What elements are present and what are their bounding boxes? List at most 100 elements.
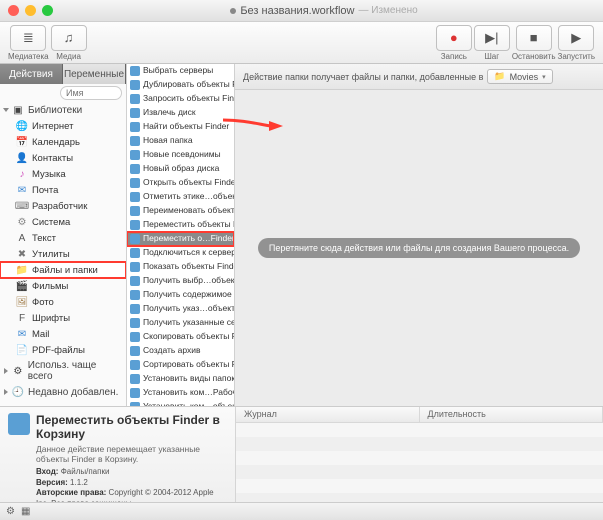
- disclosure-icon: [4, 389, 8, 395]
- tab-actions[interactable]: Действия: [0, 64, 63, 84]
- drop-placeholder: Перетяните сюда действия или файлы для с…: [258, 238, 580, 258]
- category-icon: ♪: [16, 168, 28, 180]
- action-item[interactable]: Извлечь диск: [127, 106, 234, 120]
- library-header[interactable]: ▣ Библиотеки: [0, 102, 126, 118]
- sidebar-item[interactable]: ⚙Использ. чаще всего: [0, 358, 126, 384]
- action-item[interactable]: Подключиться к серверам: [127, 246, 234, 260]
- sidebar-item[interactable]: FШрифты: [0, 310, 126, 326]
- action-icon: [8, 413, 30, 435]
- action-icon: [130, 66, 140, 76]
- action-item[interactable]: Отметить этике…объекты Finder: [127, 190, 234, 204]
- category-icon: 📅: [16, 136, 28, 148]
- action-item[interactable]: Скопировать объекты Finder: [127, 330, 234, 344]
- action-icon: [130, 136, 140, 146]
- log-col-journal[interactable]: Журнал: [236, 407, 420, 422]
- sidebar-item[interactable]: 📅Календарь: [0, 134, 126, 150]
- category-icon: 🖼: [16, 296, 28, 308]
- action-item[interactable]: Установить ком…Рабочего стола: [127, 386, 234, 400]
- sidebar-item[interactable]: 🕘Недавно добавлен.: [0, 384, 126, 400]
- action-item[interactable]: Получить содержимое папок: [127, 288, 234, 302]
- action-item[interactable]: Получить указанные серверы: [127, 316, 234, 330]
- sidebar-item[interactable]: 🖼Фото: [0, 294, 126, 310]
- sidebar-item[interactable]: ⌨Разработчик: [0, 198, 126, 214]
- workflow-canvas[interactable]: Перетяните сюда действия или файлы для с…: [235, 90, 603, 406]
- action-item[interactable]: Новая папка: [127, 134, 234, 148]
- action-icon: [130, 318, 140, 328]
- sidebar-item[interactable]: ✉Почта: [0, 182, 126, 198]
- action-item[interactable]: Выбрать серверы: [127, 64, 234, 78]
- action-item[interactable]: Показать объекты Finder: [127, 260, 234, 274]
- record-button[interactable]: ●: [436, 25, 472, 51]
- gear-icon[interactable]: ⚙: [6, 506, 15, 517]
- sidebar-item[interactable]: ✖Утилиты: [0, 246, 126, 262]
- action-icon: [130, 94, 140, 104]
- step-label: Шаг: [484, 52, 499, 61]
- action-item[interactable]: Открыть объекты Finder: [127, 176, 234, 190]
- category-icon: 📁: [16, 264, 28, 276]
- sidebar: Действия Переменные ▣ Библиотеки 🌐Интерн…: [0, 64, 127, 406]
- category-icon: ⌨: [16, 200, 28, 212]
- log-table: [236, 423, 603, 502]
- disclosure-icon: [4, 368, 8, 374]
- category-icon: 🎬: [16, 280, 28, 292]
- action-item[interactable]: Переименовать объекты Finder: [127, 204, 234, 218]
- action-icon: [130, 346, 140, 356]
- action-item[interactable]: Создать архив: [127, 344, 234, 358]
- zoom-icon[interactable]: [42, 5, 53, 16]
- step-button[interactable]: ▶|: [474, 25, 510, 51]
- close-icon[interactable]: [8, 5, 19, 16]
- library-button[interactable]: ≣: [10, 25, 46, 51]
- action-item[interactable]: Получить указ…объекты Finder: [127, 302, 234, 316]
- action-icon: [130, 220, 140, 230]
- run-button[interactable]: ▶: [558, 25, 594, 51]
- titlebar: Без названия.workflow — Изменено: [0, 0, 603, 22]
- toolbar: ≣Медиатека♫Медиа ●Запись▶|Шаг■Остановить…: [0, 22, 603, 64]
- tab-variables[interactable]: Переменные: [63, 64, 126, 84]
- action-icon: [130, 192, 140, 202]
- media-label: Медиа: [56, 52, 81, 61]
- action-item[interactable]: Новый образ диска: [127, 162, 234, 176]
- sidebar-item[interactable]: 👤Контакты: [0, 150, 126, 166]
- record-label: Запись: [441, 52, 467, 61]
- sidebar-item[interactable]: 📁Файлы и папки: [0, 262, 126, 278]
- search-input[interactable]: [60, 86, 122, 100]
- category-icon: 📄: [16, 344, 28, 356]
- folder-popup[interactable]: 📁 Movies ▾: [487, 69, 552, 84]
- action-item[interactable]: Сортировать объекты Finder: [127, 358, 234, 372]
- action-item[interactable]: Получить выбр…объекты Finder: [127, 274, 234, 288]
- action-item[interactable]: Найти объекты Finder: [127, 120, 234, 134]
- action-icon: [130, 150, 140, 160]
- action-icon: [130, 248, 140, 258]
- action-icon: [130, 164, 140, 174]
- minimize-icon[interactable]: [25, 5, 36, 16]
- sidebar-item[interactable]: ✉Mail: [0, 326, 126, 342]
- stop-button[interactable]: ■: [516, 25, 552, 51]
- sidebar-item[interactable]: 🎬Фильмы: [0, 278, 126, 294]
- add-icon[interactable]: ▦: [21, 506, 30, 517]
- sidebar-item[interactable]: ♪Музыка: [0, 166, 126, 182]
- action-item[interactable]: Переместить объекты Finder: [127, 218, 234, 232]
- action-icon: [130, 332, 140, 342]
- action-icon: [130, 304, 140, 314]
- sidebar-item[interactable]: 🌐Интернет: [0, 118, 126, 134]
- workspace-header: Действие папки получает файлы и папки, д…: [235, 64, 603, 90]
- detail-title: Переместить объекты Finder в Корзину: [36, 413, 227, 441]
- sidebar-item[interactable]: ⚙Система: [0, 214, 126, 230]
- window-title: Без названия.workflow — Изменено: [53, 5, 595, 17]
- annotation-arrow-icon: [223, 114, 283, 134]
- action-item[interactable]: Запросить объекты Finder: [127, 92, 234, 106]
- sidebar-item[interactable]: AТекст: [0, 230, 126, 246]
- category-icon: 🌐: [16, 120, 28, 132]
- action-item[interactable]: Переместить о…Finder в Корзину: [127, 232, 234, 246]
- action-item[interactable]: Новые псевдонимы: [127, 148, 234, 162]
- footer: ⚙ ▦: [0, 502, 603, 520]
- category-icon: ⚙: [16, 216, 28, 228]
- media-button[interactable]: ♫: [51, 25, 87, 51]
- category-icon: F: [16, 312, 28, 324]
- log-col-duration[interactable]: Длительность: [420, 407, 603, 422]
- action-item[interactable]: Дублировать объекты Finder: [127, 78, 234, 92]
- disclosure-icon: [3, 108, 9, 112]
- sidebar-item[interactable]: 📄PDF-файлы: [0, 342, 126, 358]
- action-item[interactable]: Установить виды папок: [127, 372, 234, 386]
- action-icon: [130, 290, 140, 300]
